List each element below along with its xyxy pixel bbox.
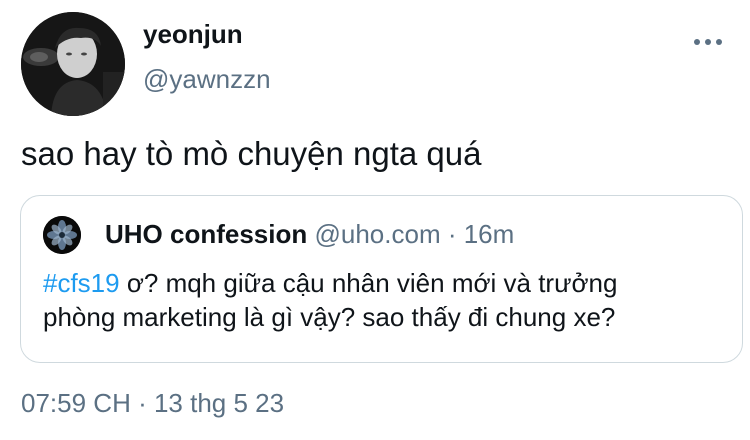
dot (705, 39, 711, 45)
avatar-photo-icon (21, 12, 125, 116)
quote-author-name[interactable]: UHO confession (105, 219, 307, 249)
quoted-tweet-card[interactable]: UHO confession @uho.com · 16m #cfs19 ơ? … (20, 195, 743, 363)
author-name[interactable]: yeonjun (143, 18, 243, 50)
quote-text-line1: ơ? mqh giữa cậu nhân viên mới và trưởng (119, 268, 618, 298)
quote-text: #cfs19 ơ? mqh giữa cậu nhân viên mới và … (43, 266, 723, 334)
author-avatar[interactable] (21, 12, 125, 116)
dot (716, 39, 722, 45)
flower-logo-icon (43, 216, 81, 254)
tweet-text: sao hay tò mò chuyện ngta quá (21, 135, 482, 172)
quote-header: UHO confession @uho.com · 16m (105, 217, 514, 251)
quote-text-line2: phòng marketing là gì vậy? sao thấy đi c… (43, 302, 616, 332)
more-options-icon[interactable] (694, 36, 722, 48)
quote-separator: · (440, 219, 464, 249)
author-handle[interactable]: @yawnzzn (143, 63, 271, 95)
quote-author-handle[interactable]: @uho.com (314, 219, 440, 249)
tweet-timestamp[interactable]: 07:59 CH · 13 thg 5 23 (21, 386, 284, 420)
quote-time[interactable]: 16m (464, 219, 515, 249)
dot (694, 39, 700, 45)
hashtag-link[interactable]: #cfs19 (43, 268, 120, 298)
quote-avatar[interactable] (43, 216, 81, 254)
